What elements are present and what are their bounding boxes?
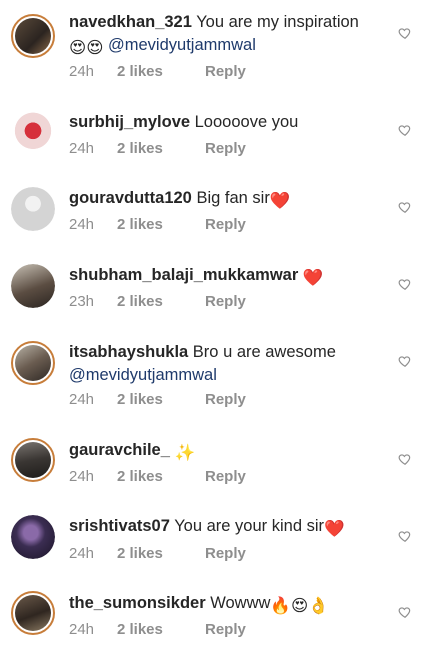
reply-button[interactable]: Reply xyxy=(205,63,246,80)
red-heart-emoji-icon: ❤️ xyxy=(324,520,345,538)
heart-outline-icon[interactable] xyxy=(398,26,412,40)
comment-body: You are my inspiration xyxy=(191,13,359,31)
comment-text: itsabhayshukla Bro u are awesome @mevidy… xyxy=(69,341,384,387)
comment-username[interactable]: navedkhan_321 xyxy=(69,13,192,31)
comment-likes[interactable]: 2 likes xyxy=(117,63,205,80)
reply-button[interactable]: Reply xyxy=(205,140,246,157)
comment-text: navedkhan_321 You are my inspiration 😍😍 … xyxy=(69,11,384,60)
comment-meta: 24h 2 likes Reply xyxy=(69,621,246,638)
heart-outline-icon[interactable] xyxy=(398,529,412,543)
avatar[interactable] xyxy=(11,438,55,482)
mention-link[interactable]: @mevidyutjammwal xyxy=(108,36,256,54)
comment-likes[interactable]: 2 likes xyxy=(117,293,205,310)
avatar[interactable] xyxy=(11,264,55,308)
comment-meta: 24h 2 likes Reply xyxy=(69,545,246,562)
comment-meta: 24h 2 likes Reply xyxy=(69,391,246,408)
comment-likes[interactable]: 2 likes xyxy=(117,621,205,638)
comment-time: 24h xyxy=(69,468,95,485)
comment-meta: 24h 2 likes Reply xyxy=(69,63,246,80)
avatar[interactable] xyxy=(11,341,55,385)
red-heart-emoji-icon: ❤️ xyxy=(269,192,291,210)
comment-username[interactable]: srishtivats07 xyxy=(69,517,170,535)
heart-outline-icon[interactable] xyxy=(398,605,412,619)
comment-text: gauravchile_ ✨ xyxy=(69,439,384,465)
comment-likes[interactable]: 2 likes xyxy=(117,140,205,157)
heart-outline-icon[interactable] xyxy=(398,277,412,291)
comment-time: 24h xyxy=(69,216,95,233)
heart-outline-icon[interactable] xyxy=(398,123,412,137)
red-heart-emoji-icon: ❤️ xyxy=(302,269,324,287)
reply-button[interactable]: Reply xyxy=(205,216,246,233)
comment-meta: 24h 2 likes Reply xyxy=(69,140,246,157)
heart-outline-icon[interactable] xyxy=(398,452,412,466)
reply-button[interactable]: Reply xyxy=(205,293,246,310)
comment-body: Looooove you xyxy=(190,113,299,131)
comment-likes[interactable]: 2 likes xyxy=(117,391,205,408)
comment-username[interactable]: shubham_balaji_mukkamwar xyxy=(69,266,298,284)
reply-button[interactable]: Reply xyxy=(205,545,246,562)
comment-body: You are your kind sir xyxy=(169,517,324,535)
comment-text: surbhij_mylove Looooove you xyxy=(69,111,384,134)
comment-text: srishtivats07 You are your kind sir❤️ xyxy=(69,515,384,541)
comment-text: shubham_balaji_mukkamwar ❤️ xyxy=(69,264,384,290)
sparkles-emoji-icon: ✨ xyxy=(174,444,196,462)
avatar[interactable] xyxy=(11,187,55,231)
comment-username[interactable]: gouravdutta120 xyxy=(69,189,192,207)
comment-username[interactable]: surbhij_mylove xyxy=(69,113,190,131)
reply-button[interactable]: Reply xyxy=(205,621,246,638)
comment-body: Wowww xyxy=(205,594,271,612)
comment-username[interactable]: itsabhayshukla xyxy=(69,343,188,361)
mention-link[interactable]: @mevidyutjammwal xyxy=(69,366,217,384)
comment-text: gouravdutta120 Big fan sir❤️ xyxy=(69,187,384,213)
comment-meta: 23h 2 likes Reply xyxy=(69,293,246,310)
comment-body: Big fan sir xyxy=(191,189,270,207)
comment-time: 24h xyxy=(69,621,95,638)
comment-time: 24h xyxy=(69,545,95,562)
heart-eyes-emoji-icon: 😍😍 xyxy=(69,39,104,57)
comment-time: 24h xyxy=(69,391,95,408)
avatar[interactable] xyxy=(11,515,55,559)
comment-likes[interactable]: 2 likes xyxy=(117,216,205,233)
comment-username[interactable]: the_sumonsikder xyxy=(69,594,206,612)
avatar[interactable] xyxy=(11,111,55,155)
comment-username[interactable]: gauravchile_ xyxy=(69,441,170,459)
comment-time: 24h xyxy=(69,63,95,80)
comment-meta: 24h 2 likes Reply xyxy=(69,216,246,233)
reply-button[interactable]: Reply xyxy=(205,391,246,408)
heart-outline-icon[interactable] xyxy=(398,354,412,368)
comment-likes[interactable]: 2 likes xyxy=(117,468,205,485)
avatar[interactable] xyxy=(11,14,55,58)
comment-body: Bro u are awesome xyxy=(188,343,336,361)
avatar[interactable] xyxy=(11,591,55,635)
comment-likes[interactable]: 2 likes xyxy=(117,545,205,562)
heart-outline-icon[interactable] xyxy=(398,200,412,214)
comment-meta: 24h 2 likes Reply xyxy=(69,468,246,485)
fire-heart-eyes-ok-emoji-icon: 🔥😍👌 xyxy=(270,597,329,615)
comment-time: 23h xyxy=(69,293,95,310)
reply-button[interactable]: Reply xyxy=(205,468,246,485)
comment-time: 24h xyxy=(69,140,95,157)
comment-text: the_sumonsikder Wowww🔥😍👌 xyxy=(69,592,384,618)
